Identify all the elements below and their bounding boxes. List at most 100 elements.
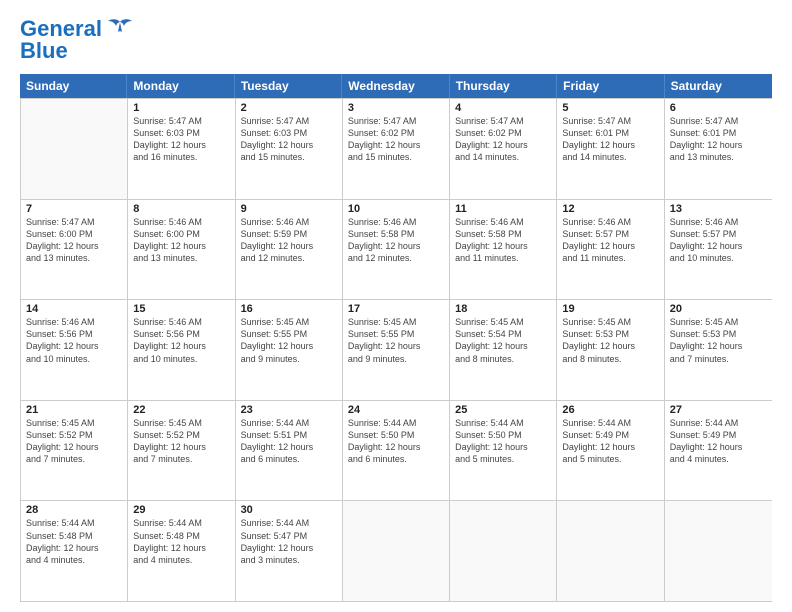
day-cell-9: 9Sunrise: 5:46 AM Sunset: 5:59 PM Daylig… [236, 200, 343, 300]
day-cell-27: 27Sunrise: 5:44 AM Sunset: 5:49 PM Dayli… [665, 401, 772, 501]
day-cell-16: 16Sunrise: 5:45 AM Sunset: 5:55 PM Dayli… [236, 300, 343, 400]
day-cell-10: 10Sunrise: 5:46 AM Sunset: 5:58 PM Dayli… [343, 200, 450, 300]
day-number: 20 [670, 303, 767, 315]
day-info: Sunrise: 5:45 AM Sunset: 5:52 PM Dayligh… [133, 417, 229, 466]
weekday-header-monday: Monday [127, 74, 234, 98]
day-info: Sunrise: 5:45 AM Sunset: 5:53 PM Dayligh… [670, 316, 767, 365]
day-info: Sunrise: 5:47 AM Sunset: 6:03 PM Dayligh… [241, 115, 337, 164]
logo-text: General [20, 18, 102, 40]
day-info: Sunrise: 5:46 AM Sunset: 5:56 PM Dayligh… [26, 316, 122, 365]
day-number: 29 [133, 504, 229, 516]
calendar-row-5: 28 Sunrise: 5:44 AM Sunset: 5:48 PM Dayli… [21, 500, 772, 601]
day-cell-23: 23Sunrise: 5:44 AM Sunset: 5:51 PM Dayli… [236, 401, 343, 501]
day-number: 24 [348, 404, 444, 416]
calendar-row-1: 1Sunrise: 5:47 AM Sunset: 6:03 PM Daylig… [21, 98, 772, 199]
day-cell-18: 18Sunrise: 5:45 AM Sunset: 5:54 PM Dayli… [450, 300, 557, 400]
day-cell-7: 7Sunrise: 5:47 AM Sunset: 6:00 PM Daylig… [21, 200, 128, 300]
empty-cell-r4c4 [450, 501, 557, 601]
day-info: Sunrise: 5:44 AM Sunset: 5:50 PM Dayligh… [348, 417, 444, 466]
calendar-row-4: 21Sunrise: 5:45 AM Sunset: 5:52 PM Dayli… [21, 400, 772, 501]
day-info: Sunrise: 5:45 AM Sunset: 5:54 PM Dayligh… [455, 316, 551, 365]
day-info: Sunrise: 5:47 AM Sunset: 6:03 PM Dayligh… [133, 115, 229, 164]
day-number: 18 [455, 303, 551, 315]
day-number: 27 [670, 404, 767, 416]
day-number: 23 [241, 404, 337, 416]
calendar: SundayMondayTuesdayWednesdayThursdayFrid… [20, 74, 772, 602]
weekday-header-thursday: Thursday [450, 74, 557, 98]
day-cell-20: 20Sunrise: 5:45 AM Sunset: 5:53 PM Dayli… [665, 300, 772, 400]
day-number: 6 [670, 102, 767, 114]
day-number: 26 [562, 404, 658, 416]
day-cell-11: 11Sunrise: 5:46 AM Sunset: 5:58 PM Dayli… [450, 200, 557, 300]
day-info: Sunrise: 5:46 AM Sunset: 6:00 PM Dayligh… [133, 216, 229, 265]
day-info: Sunrise: 5:47 AM Sunset: 6:01 PM Dayligh… [562, 115, 658, 164]
day-cell-3: 3Sunrise: 5:47 AM Sunset: 6:02 PM Daylig… [343, 99, 450, 199]
empty-cell-r4c5 [557, 501, 664, 601]
day-cell-22: 22Sunrise: 5:45 AM Sunset: 5:52 PM Dayli… [128, 401, 235, 501]
day-cell-19: 19Sunrise: 5:45 AM Sunset: 5:53 PM Dayli… [557, 300, 664, 400]
day-cell-12: 12Sunrise: 5:46 AM Sunset: 5:57 PM Dayli… [557, 200, 664, 300]
weekday-header-sunday: Sunday [20, 74, 127, 98]
day-number: 7 [26, 203, 122, 215]
calendar-row-2: 7Sunrise: 5:47 AM Sunset: 6:00 PM Daylig… [21, 199, 772, 300]
calendar-body: 1Sunrise: 5:47 AM Sunset: 6:03 PM Daylig… [20, 98, 772, 602]
page: General Blue SundayMondayTuesdayWednesda… [0, 0, 792, 612]
day-number: 10 [348, 203, 444, 215]
day-number: 3 [348, 102, 444, 114]
day-info: Sunrise: 5:44 AM Sunset: 5:49 PM Dayligh… [562, 417, 658, 466]
day-cell-15: 15Sunrise: 5:46 AM Sunset: 5:56 PM Dayli… [128, 300, 235, 400]
day-info: Sunrise: 5:44 AM Sunset: 5:51 PM Dayligh… [241, 417, 337, 466]
day-number: 5 [562, 102, 658, 114]
day-number: 12 [562, 203, 658, 215]
day-info: Sunrise: 5:45 AM Sunset: 5:52 PM Dayligh… [26, 417, 122, 466]
day-info: Sunrise: 5:44 AM Sunset: 5:47 PM Dayligh… [241, 517, 337, 566]
day-info: Sunrise: 5:46 AM Sunset: 5:59 PM Dayligh… [241, 216, 337, 265]
day-info: Sunrise: 5:44 AM Sunset: 5:49 PM Dayligh… [670, 417, 767, 466]
day-number: 15 [133, 303, 229, 315]
day-cell-5: 5Sunrise: 5:47 AM Sunset: 6:01 PM Daylig… [557, 99, 664, 199]
day-info: Sunrise: 5:46 AM Sunset: 5:57 PM Dayligh… [562, 216, 658, 265]
day-info: Sunrise: 5:45 AM Sunset: 5:55 PM Dayligh… [348, 316, 444, 365]
day-info: Sunrise: 5:47 AM Sunset: 6:02 PM Dayligh… [455, 115, 551, 164]
day-cell-13: 13Sunrise: 5:46 AM Sunset: 5:57 PM Dayli… [665, 200, 772, 300]
day-cell-2: 2Sunrise: 5:47 AM Sunset: 6:03 PM Daylig… [236, 99, 343, 199]
day-number: 17 [348, 303, 444, 315]
day-cell-8: 8Sunrise: 5:46 AM Sunset: 6:00 PM Daylig… [128, 200, 235, 300]
day-cell-28: 28Sunrise: 5:44 AM Sunset: 5:48 PM Dayli… [21, 501, 128, 601]
day-number: 16 [241, 303, 337, 315]
day-cell-21: 21Sunrise: 5:45 AM Sunset: 5:52 PM Dayli… [21, 401, 128, 501]
day-info: Sunrise: 5:46 AM Sunset: 5:58 PM Dayligh… [348, 216, 444, 265]
day-info: Sunrise: 5:45 AM Sunset: 5:53 PM Dayligh… [562, 316, 658, 365]
day-info: Sunrise: 5:46 AM Sunset: 5:57 PM Dayligh… [670, 216, 767, 265]
day-cell-24: 24Sunrise: 5:44 AM Sunset: 5:50 PM Dayli… [343, 401, 450, 501]
calendar-row-3: 14Sunrise: 5:46 AM Sunset: 5:56 PM Dayli… [21, 299, 772, 400]
weekday-header-tuesday: Tuesday [235, 74, 342, 98]
day-number: 9 [241, 203, 337, 215]
day-number: 30 [241, 504, 337, 516]
day-info: Sunrise: 5:46 AM Sunset: 5:56 PM Dayligh… [133, 316, 229, 365]
day-cell-17: 17Sunrise: 5:45 AM Sunset: 5:55 PM Dayli… [343, 300, 450, 400]
empty-cell-r0c0 [21, 99, 128, 199]
day-cell-29: 29Sunrise: 5:44 AM Sunset: 5:48 PM Dayli… [128, 501, 235, 601]
day-number: 22 [133, 404, 229, 416]
weekday-header-friday: Friday [557, 74, 664, 98]
day-number: 19 [562, 303, 658, 315]
weekday-header-saturday: Saturday [665, 74, 772, 98]
logo-bird-icon [106, 18, 134, 40]
day-info: Sunrise: 5:47 AM Sunset: 6:02 PM Dayligh… [348, 115, 444, 164]
day-info: Sunrise: 5:44 AM Sunset: 5:48 PM Dayligh… [133, 517, 229, 566]
calendar-header: SundayMondayTuesdayWednesdayThursdayFrid… [20, 74, 772, 98]
day-number: 25 [455, 404, 551, 416]
day-number: 4 [455, 102, 551, 114]
day-number: 1 [133, 102, 229, 114]
day-number: 14 [26, 303, 122, 315]
weekday-header-wednesday: Wednesday [342, 74, 449, 98]
logo: General Blue [20, 18, 134, 64]
day-cell-30: 30Sunrise: 5:44 AM Sunset: 5:47 PM Dayli… [236, 501, 343, 601]
day-cell-25: 25Sunrise: 5:44 AM Sunset: 5:50 PM Dayli… [450, 401, 557, 501]
day-number: 11 [455, 203, 551, 215]
day-number: 28 [26, 504, 122, 516]
day-cell-26: 26Sunrise: 5:44 AM Sunset: 5:49 PM Dayli… [557, 401, 664, 501]
day-info: Sunrise: 5:46 AM Sunset: 5:58 PM Dayligh… [455, 216, 551, 265]
day-info: Sunrise: 5:44 AM Sunset: 5:50 PM Dayligh… [455, 417, 551, 466]
